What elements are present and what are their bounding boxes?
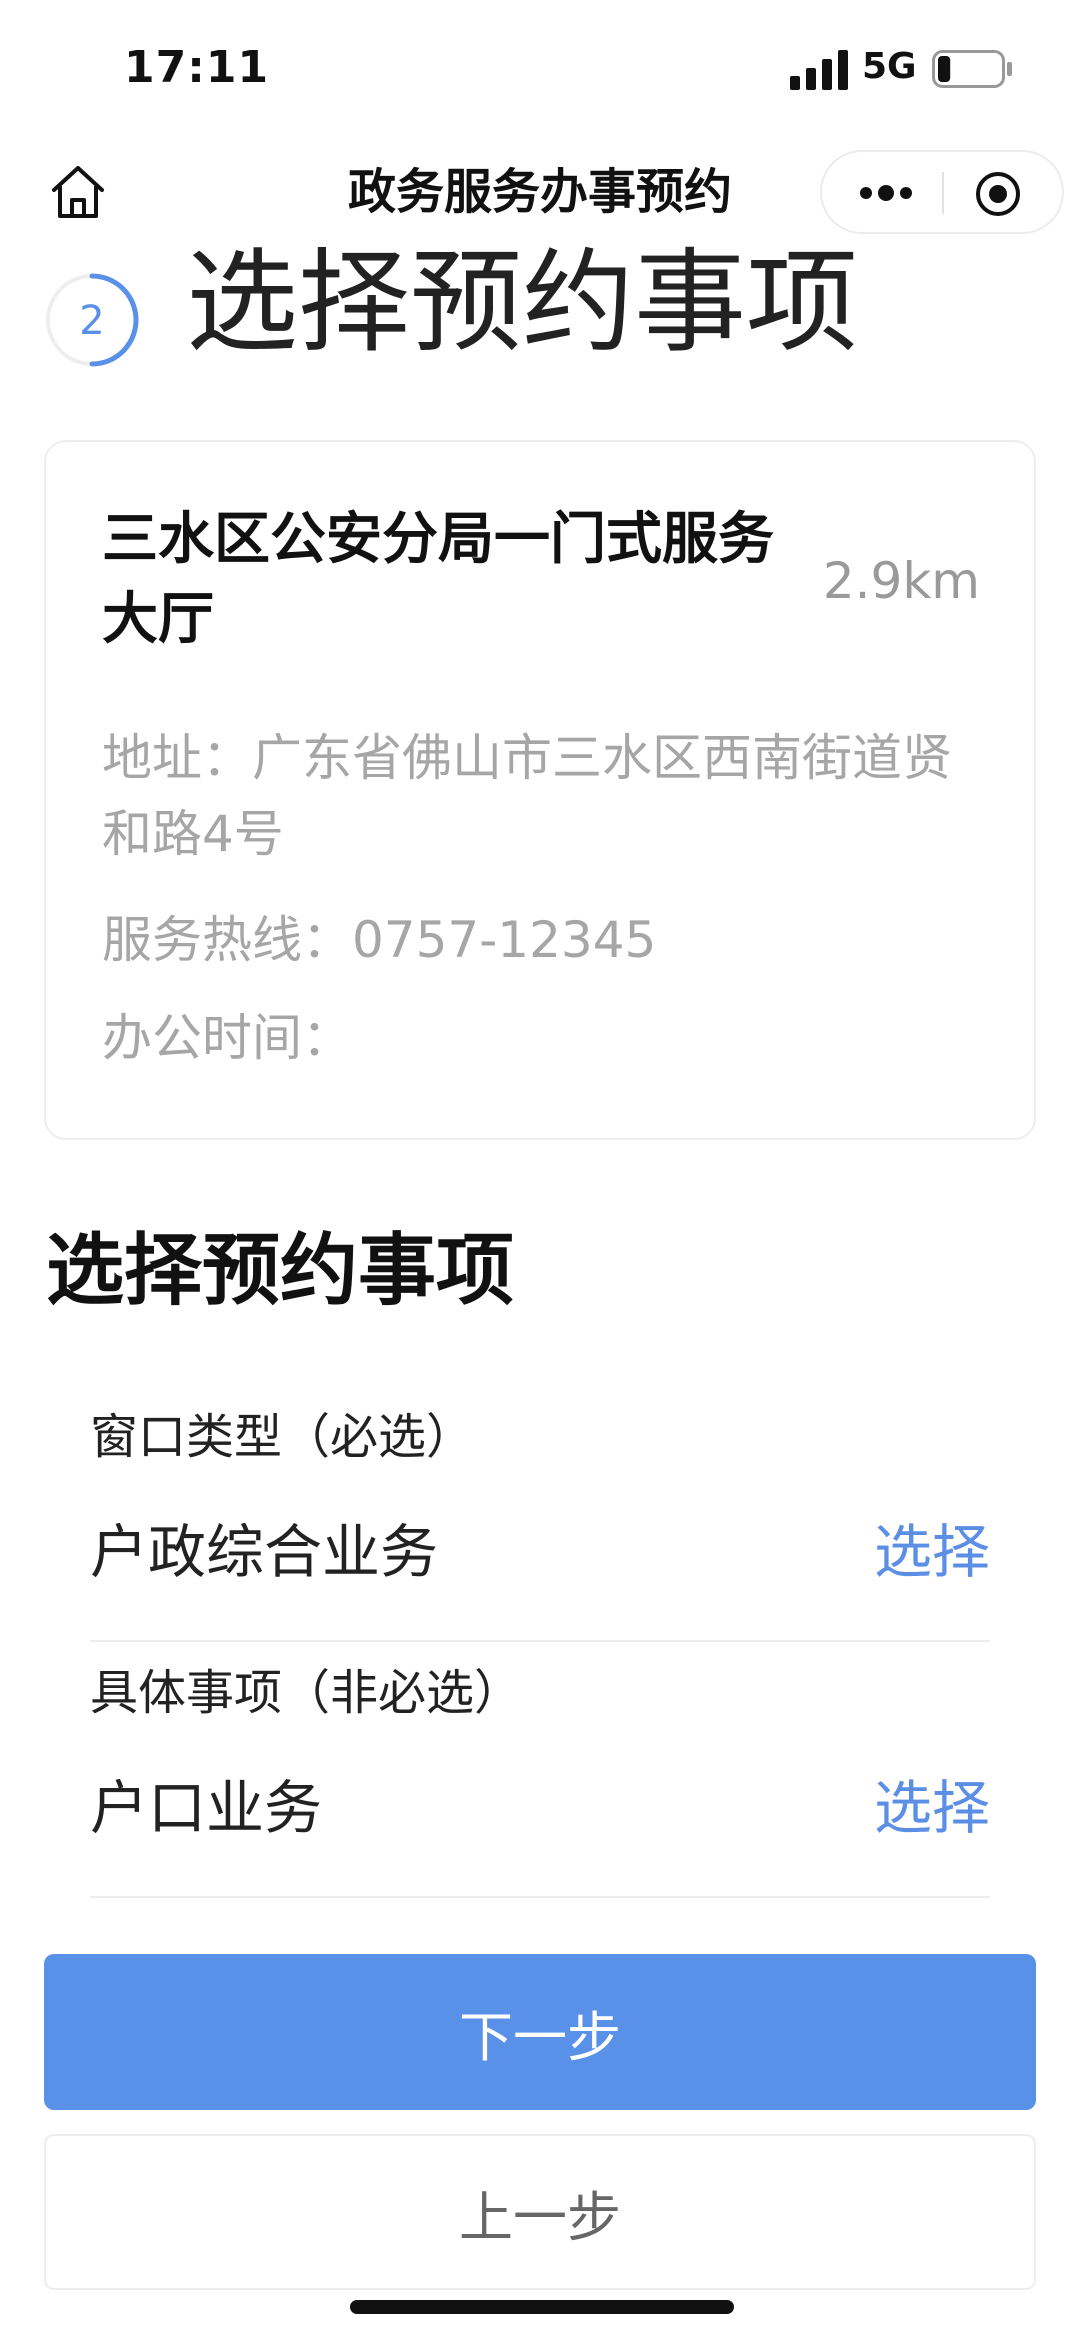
hall-name: 三水区公安分局一门式服务大厅: [102, 507, 774, 652]
status-time: 17:11: [124, 42, 270, 93]
home-indicator: [350, 2300, 734, 2314]
hall-office-hours: 办公时间：: [102, 1009, 352, 1067]
status-bar: 17:11 5G: [0, 0, 1080, 140]
next-step-button[interactable]: 下一步: [44, 1954, 1036, 2110]
specific-item-label: 具体事项（非必选）: [90, 1665, 523, 1721]
step-title: 选择预约事项: [186, 238, 858, 368]
more-dots-icon[interactable]: [856, 178, 916, 208]
window-type-value: 户政综合业务: [90, 1518, 439, 1586]
page-title: 政务服务办事预约: [347, 164, 732, 220]
hall-distance: 2.9km: [822, 552, 980, 610]
hall-hotline: 服务热线：0757-12345: [102, 911, 657, 969]
specific-item-select-button[interactable]: 选择: [874, 1768, 990, 1848]
field-divider: [90, 1640, 990, 1642]
mini-program-capsule: [820, 150, 1064, 234]
field-divider: [90, 1896, 990, 1898]
nav-bar: 政务服务办事预约: [0, 140, 1080, 250]
specific-item-value: 户口业务: [90, 1774, 323, 1842]
battery-fill: [938, 56, 951, 82]
battery-low-icon: [932, 50, 1012, 88]
step-progress-icon: 2: [46, 273, 139, 367]
target-icon[interactable]: [974, 170, 1022, 218]
window-type-label: 窗口类型（必选）: [90, 1409, 475, 1465]
home-icon[interactable]: [46, 160, 110, 224]
network-type: 5G: [862, 46, 917, 87]
capsule-divider: [942, 172, 944, 214]
previous-step-button[interactable]: 上一步: [44, 2134, 1036, 2290]
section-title: 选择预约事项: [46, 1226, 515, 1316]
hall-address: 地址：广东省佛山市三水区西南街道贤和路4号: [102, 729, 952, 863]
signal-bars-icon: [790, 50, 848, 90]
window-type-select-button[interactable]: 选择: [874, 1512, 990, 1592]
step-number: 2: [79, 298, 104, 344]
service-hall-card: 三水区公安分局一门式服务大厅 2.9km 地址：广东省佛山市三水区西南街道贤和路…: [44, 440, 1036, 1140]
